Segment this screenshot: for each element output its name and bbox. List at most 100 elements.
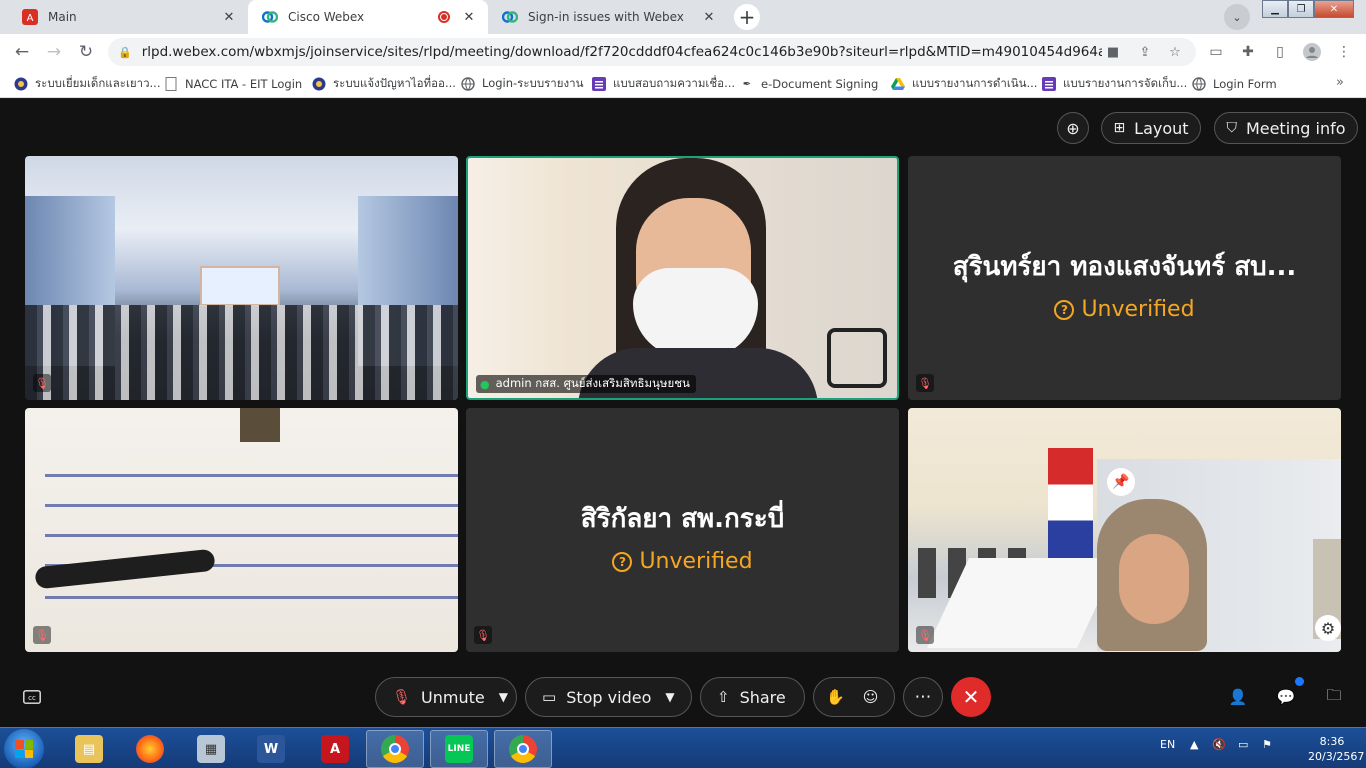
share-button[interactable]: ⇧ Share bbox=[700, 677, 805, 717]
windows-logo-icon bbox=[15, 740, 33, 758]
taskbar-firefox[interactable] bbox=[121, 730, 179, 768]
taskbar-explorer[interactable]: ▤ bbox=[60, 730, 118, 768]
close-icon[interactable]: ✕ bbox=[700, 10, 718, 25]
question-icon: ? bbox=[1054, 299, 1075, 320]
tab-strip: A Main ✕ Cisco Webex ✕ Sign-in issues wi… bbox=[0, 0, 1366, 34]
recording-icon bbox=[438, 11, 450, 23]
zoom-button[interactable]: ⊕ bbox=[1057, 112, 1089, 144]
raise-hand-icon[interactable]: ✋ bbox=[826, 688, 845, 706]
svg-text:A: A bbox=[27, 13, 34, 24]
pin-icon[interactable]: 📌 bbox=[1107, 468, 1135, 496]
captions-icon[interactable]: cc bbox=[20, 685, 44, 709]
stop-video-button[interactable]: ▭ Stop video ▼ bbox=[525, 677, 692, 717]
profile-avatar-icon[interactable] bbox=[1302, 42, 1322, 62]
reload-button[interactable]: ↻ bbox=[74, 40, 98, 64]
video-tile-participant[interactable]: สุรินทร์ยา ทองแสงจันทร์ สบ... ? Unverifi… bbox=[908, 156, 1341, 400]
start-button[interactable] bbox=[4, 729, 44, 768]
taskbar-chrome-2[interactable] bbox=[494, 730, 552, 768]
chrome-icon bbox=[381, 735, 409, 763]
muted-mic-icon: 🎙 bbox=[474, 626, 492, 644]
chat-icon[interactable]: 💬 bbox=[1274, 685, 1298, 709]
muted-mic-icon: 🎙 bbox=[916, 626, 934, 644]
drive-icon bbox=[891, 77, 905, 91]
taskbar-calculator[interactable]: ▦ bbox=[182, 730, 240, 768]
video-tile-office[interactable]: 📌 ⚙ 🎙 bbox=[908, 408, 1341, 652]
more-options-button[interactable]: ⋯ bbox=[903, 677, 943, 717]
volume-muted-icon[interactable]: 🔇 bbox=[1212, 738, 1226, 751]
language-indicator[interactable]: EN bbox=[1160, 738, 1175, 751]
taskbar-acrobat[interactable]: A bbox=[306, 730, 364, 768]
more-bookmarks-icon[interactable]: » bbox=[1336, 75, 1344, 90]
share-icon[interactable]: ⇪ bbox=[1136, 43, 1154, 61]
bookmark-item[interactable]: ระบบแจ้งปัญหาไอที่ออ... bbox=[312, 75, 456, 93]
svg-text:cc: cc bbox=[28, 694, 36, 702]
maximize-button[interactable]: ❐ bbox=[1288, 0, 1314, 18]
network-icon[interactable]: ▭ bbox=[1238, 738, 1248, 751]
show-hidden-icons-icon[interactable]: ▲ bbox=[1190, 738, 1198, 751]
close-icon[interactable]: ✕ bbox=[460, 10, 478, 25]
acrobat-icon: A bbox=[22, 9, 38, 25]
system-clock[interactable]: 8:36 20/3/2567 bbox=[1308, 734, 1364, 764]
bookmark-item[interactable]: ระบบเยี่ยมเด็กและเยาว... bbox=[14, 75, 161, 93]
word-icon: W bbox=[257, 735, 285, 763]
video-tile-banner[interactable]: 🎙 bbox=[25, 408, 458, 652]
bookmark-item[interactable]: Login Form bbox=[1192, 75, 1277, 93]
taskbar-word[interactable]: W bbox=[242, 730, 300, 768]
reactions-icon[interactable]: ☺ bbox=[863, 688, 879, 706]
tab-sign-in-issues[interactable]: Sign-in issues with Webex ✕ bbox=[488, 0, 728, 34]
video-tile-hall[interactable]: 🎙 bbox=[25, 156, 458, 400]
folder-icon: ▤ bbox=[75, 735, 103, 763]
zoom-icon: ⊕ bbox=[1066, 118, 1080, 138]
globe-icon bbox=[1192, 77, 1206, 91]
muted-mic-icon: 🎙 bbox=[33, 626, 51, 644]
bookmark-item[interactable]: แบบสอบถามความเชื่อ... bbox=[592, 75, 735, 93]
camera-blocked-icon[interactable]: ■ bbox=[1104, 43, 1122, 61]
minimize-button[interactable]: ▁ bbox=[1262, 0, 1288, 18]
address-bar[interactable]: 🔒 rlpd.webex.com/wbxmjs/joinservice/site… bbox=[108, 38, 1196, 66]
folder-icon[interactable]: 🗀 bbox=[1322, 685, 1346, 709]
participants-icon[interactable]: 👤 bbox=[1226, 685, 1250, 709]
side-panel-icon[interactable]: ▯ bbox=[1270, 42, 1290, 62]
notification-dot bbox=[1295, 677, 1304, 686]
bookmark-item[interactable]: ✒ e-Document Signing bbox=[740, 75, 879, 93]
close-icon[interactable]: ✕ bbox=[220, 10, 238, 25]
video-feed bbox=[468, 158, 897, 398]
window-close-button[interactable]: ✕ bbox=[1314, 0, 1354, 18]
muted-mic-icon: 🎙 bbox=[33, 374, 51, 392]
bookmark-item[interactable]: แบบรายงานการดำเนิน... bbox=[891, 75, 1037, 93]
action-center-icon[interactable]: ⚑ bbox=[1262, 738, 1272, 751]
leave-meeting-button[interactable]: ✕ bbox=[951, 677, 991, 717]
tab-cisco-webex[interactable]: Cisco Webex ✕ bbox=[248, 0, 488, 34]
extensions-icon[interactable]: ✚ bbox=[1238, 42, 1258, 62]
chevron-down-icon[interactable]: ▼ bbox=[665, 690, 674, 704]
gear-icon[interactable]: ⚙ bbox=[1315, 615, 1341, 641]
more-dots-icon: ⋯ bbox=[914, 687, 932, 707]
windows-taskbar: ▤ ▦ W A LINE EN ▲ 🔇 ▭ ⚑ 8:36 20/3/2567 bbox=[0, 727, 1366, 768]
url-text: rlpd.webex.com/wbxmjs/joinservice/sites/… bbox=[141, 44, 1102, 60]
new-tab-button[interactable]: + bbox=[734, 4, 760, 30]
menu-dots-icon[interactable]: ⋮ bbox=[1334, 42, 1354, 62]
meeting-info-button[interactable]: ⛉ Meeting info bbox=[1214, 112, 1358, 144]
tab-main[interactable]: A Main ✕ bbox=[8, 0, 248, 34]
bookmark-star-icon[interactable]: ☆ bbox=[1166, 43, 1184, 61]
pen-icon: ✒ bbox=[742, 78, 752, 90]
acrobat-icon: A bbox=[321, 735, 349, 763]
unmute-button[interactable]: 🎙 Unmute ▼ bbox=[375, 677, 517, 717]
reactions-group: ✋ ☺ bbox=[813, 677, 895, 717]
chevron-down-icon[interactable]: ▼ bbox=[499, 690, 508, 704]
share-screen-icon: ⇧ bbox=[717, 688, 730, 706]
bookmark-item[interactable]: NACC ITA - EIT Login bbox=[164, 75, 302, 93]
taskbar-chrome[interactable] bbox=[366, 730, 424, 768]
video-tile-active-speaker[interactable]: ● admin กสส. ศูนย์ส่งเสริมสิทธิมนุษยชน bbox=[466, 156, 899, 400]
layout-button[interactable]: ⊞ Layout bbox=[1101, 112, 1201, 144]
bookmark-item[interactable]: แบบรายงานการจัดเก็บ... bbox=[1042, 75, 1187, 93]
bookmark-item[interactable]: Login-ระบบรายงาน bbox=[461, 75, 583, 93]
back-button[interactable]: ← bbox=[10, 40, 34, 64]
tab-search-button[interactable]: ⌄ bbox=[1224, 4, 1250, 30]
cast-icon[interactable]: ▭ bbox=[1206, 42, 1226, 62]
forward-button[interactable]: → bbox=[42, 40, 66, 64]
participant-card: สิริกัลยา สพ.กระบี่ ? Unverified bbox=[466, 498, 899, 574]
video-tile-participant[interactable]: สิริกัลยา สพ.กระบี่ ? Unverified 🎙 bbox=[466, 408, 899, 652]
taskbar-line[interactable]: LINE bbox=[430, 730, 488, 768]
form-icon bbox=[592, 77, 606, 91]
